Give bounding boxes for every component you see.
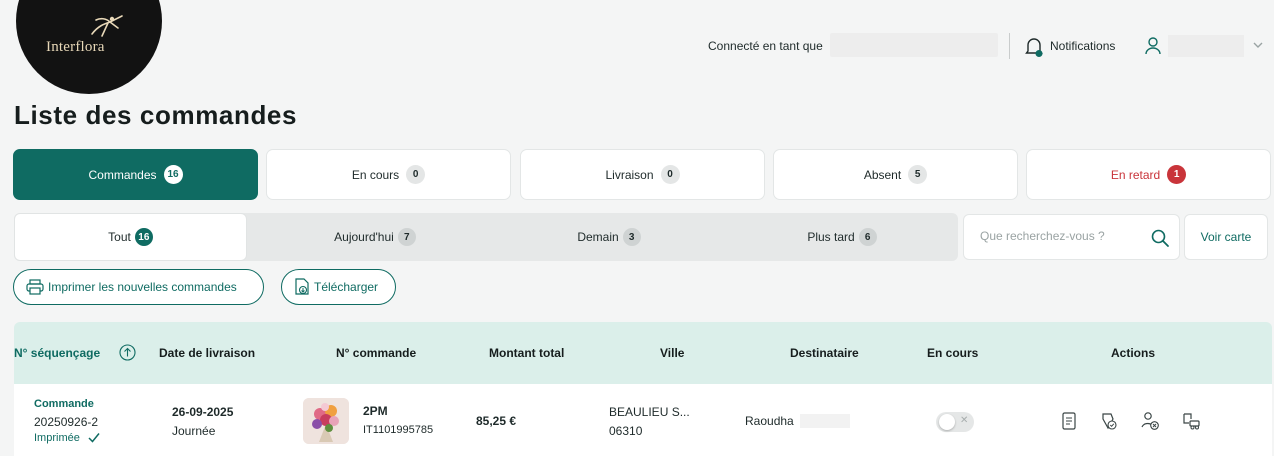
search-box xyxy=(963,214,1180,260)
order-type-label: Commande xyxy=(34,398,94,410)
notifications-label[interactable]: Notifications xyxy=(1050,39,1115,53)
delivery-proof-icon[interactable] xyxy=(1097,410,1119,432)
zip-code: 06310 xyxy=(609,424,643,438)
filter-label: Plus tard xyxy=(807,230,855,244)
header-divider xyxy=(1009,33,1010,59)
col-order-number: N° commande xyxy=(336,346,417,360)
count-badge: 3 xyxy=(622,228,641,246)
orders-table-header: N° séquençage Date de livraison N° comma… xyxy=(14,322,1272,384)
in-progress-toggle[interactable]: ✕ xyxy=(936,412,974,432)
top-bar: Interflora Connecté en tant que Notifica… xyxy=(0,0,1274,94)
view-map-button[interactable]: Voir carte xyxy=(1184,214,1268,260)
col-sequence[interactable]: N° séquençage xyxy=(14,346,100,360)
total-amount: 85,25 € xyxy=(476,414,517,428)
printed-status: Imprimée xyxy=(34,432,80,444)
table-row[interactable]: Commande 20250926-2 Imprimée 26-09-2025 … xyxy=(14,384,1272,456)
tab-livraison[interactable]: Livraison 0 xyxy=(520,149,765,200)
tab-en-retard[interactable]: En retard 1 xyxy=(1026,149,1271,200)
filter-label: Aujourd'hui xyxy=(334,230,394,244)
document-icon[interactable] xyxy=(1058,410,1080,432)
user-menu-value[interactable] xyxy=(1168,35,1244,57)
count-badge: 7 xyxy=(397,228,416,246)
filter-demain[interactable]: Demain 3 xyxy=(492,213,726,261)
page-title: Liste des commandes xyxy=(14,100,298,130)
tab-label: Commandes xyxy=(88,167,157,182)
count-badge: 0 xyxy=(406,165,426,184)
bouquet-image xyxy=(303,398,349,444)
order-id[interactable]: IT1101995785 xyxy=(363,424,433,436)
recipient-redacted xyxy=(800,414,850,428)
check-icon xyxy=(88,433,100,443)
tab-absent[interactable]: Absent 5 xyxy=(773,149,1018,200)
delivery-slot: Journée xyxy=(172,424,216,438)
download-button[interactable]: Télécharger xyxy=(281,269,396,305)
search-icon[interactable] xyxy=(1150,228,1170,248)
count-badge: 6 xyxy=(858,228,877,246)
printer-icon xyxy=(26,279,44,295)
page: Interflora Connecté en tant que Notifica… xyxy=(0,0,1274,456)
city-name: BEAULIEU S... xyxy=(609,405,690,419)
logo-text: Interflora xyxy=(46,39,105,55)
bell-icon[interactable] xyxy=(1024,36,1044,58)
count-badge: 16 xyxy=(163,165,183,184)
interflora-logo[interactable]: Interflora xyxy=(16,0,162,94)
status-tabs: Commandes 16 En cours 0 Livraison 0 Abse… xyxy=(13,149,1271,201)
tab-label: Absent xyxy=(863,167,902,182)
tab-commandes[interactable]: Commandes 16 xyxy=(13,149,258,200)
col-in-progress: En cours xyxy=(927,346,979,360)
col-delivery-date: Date de livraison xyxy=(159,346,256,360)
product-code: 2PM xyxy=(363,404,388,418)
print-new-orders-button[interactable]: Imprimer les nouvelles commandes xyxy=(13,269,264,305)
print-new-orders-label: Imprimer les nouvelles commandes xyxy=(48,280,237,294)
search-input[interactable] xyxy=(980,229,1140,243)
recipient-name: Raoudha xyxy=(745,414,794,428)
tab-label: En retard xyxy=(1110,167,1161,182)
chevron-down-icon[interactable] xyxy=(1252,40,1264,50)
sort-ascending-icon[interactable] xyxy=(119,344,136,361)
delivery-date: 26-09-2025 xyxy=(172,405,234,419)
filter-label: Demain xyxy=(577,230,619,244)
bouquet-thumbnail[interactable] xyxy=(303,398,349,444)
download-icon xyxy=(295,278,309,295)
toggle-knob xyxy=(939,414,955,430)
col-recipient: Destinataire xyxy=(790,346,859,360)
tab-label: En cours xyxy=(351,167,400,182)
toggle-off-icon: ✕ xyxy=(960,415,969,426)
filter-plus-tard[interactable]: Plus tard 6 xyxy=(726,213,958,261)
col-actions: Actions xyxy=(1111,346,1156,360)
sequence-number: 20250926-2 xyxy=(34,415,99,429)
connected-as-label: Connecté en tant que xyxy=(708,39,823,53)
filter-aujourdhui[interactable]: Aujourd'hui 7 xyxy=(258,213,492,261)
delivery-truck-icon[interactable] xyxy=(1180,410,1202,432)
tab-label: Livraison xyxy=(605,167,654,182)
count-badge: 5 xyxy=(908,165,928,184)
count-badge: 1 xyxy=(1167,165,1187,184)
filter-label: Tout xyxy=(108,230,131,244)
col-total-amount: Montant total xyxy=(489,346,565,360)
col-city: Ville xyxy=(660,346,685,360)
tab-en-cours[interactable]: En cours 0 xyxy=(266,149,511,200)
filter-tout[interactable]: Tout 16 xyxy=(14,213,247,261)
logo-figure-icon xyxy=(91,15,123,37)
download-label: Télécharger xyxy=(314,280,379,294)
count-badge: 0 xyxy=(660,165,680,184)
count-badge: 16 xyxy=(134,228,153,246)
user-icon[interactable] xyxy=(1144,36,1162,56)
date-filter: Tout 16 Aujourd'hui 7 Demain 3 Plus tard… xyxy=(14,213,958,261)
absent-recipient-icon[interactable] xyxy=(1139,410,1161,432)
connected-user-value xyxy=(830,33,998,57)
